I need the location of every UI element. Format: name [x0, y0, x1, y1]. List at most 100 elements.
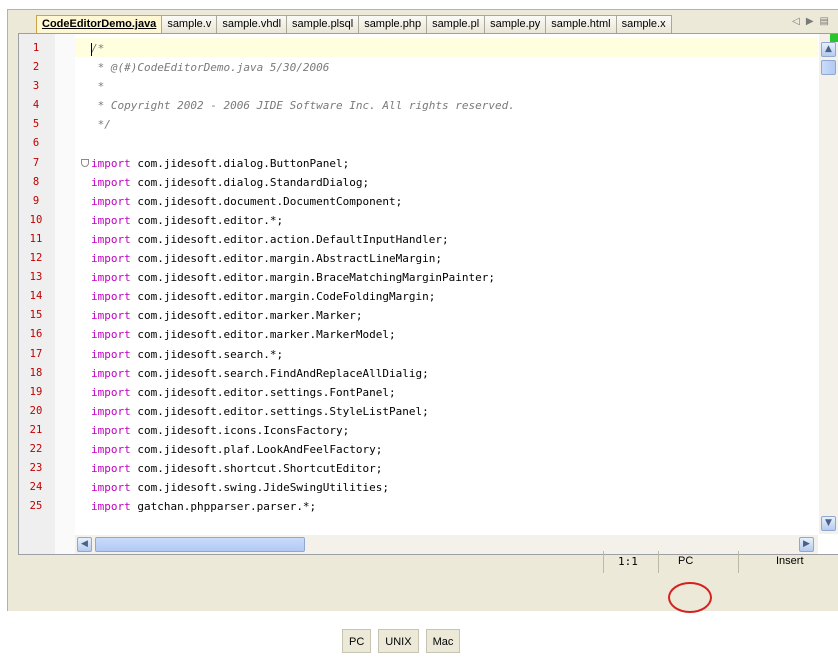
code-rest: com.jidesoft.document.DocumentComponent; [130, 194, 403, 208]
pc-button[interactable]: PC [342, 629, 372, 653]
code-line[interactable]: 9 import com.jidesoft.document.DocumentCo… [19, 192, 819, 211]
text-caret [91, 43, 92, 56]
code-line[interactable]: 24 import com.jidesoft.swing.JideSwingUti… [19, 478, 819, 497]
keyword: import [91, 175, 131, 189]
code-line[interactable]: 17 import com.jidesoft.search.*; [19, 345, 819, 364]
tab-sample-py[interactable]: sample.py [484, 15, 547, 33]
line-number: 14 [29, 290, 43, 303]
scroll-up-button[interactable]: ▲ [821, 42, 836, 57]
code-line[interactable]: 14 import com.jidesoft.editor.margin.Code… [19, 287, 819, 306]
code-line[interactable]: 3 * [19, 77, 819, 96]
code-line[interactable]: 22 import com.jidesoft.plaf.LookAndFeelFa… [19, 440, 819, 459]
triangle-left-icon[interactable]: ◁ [792, 16, 806, 27]
code-line[interactable]: 5 */ [19, 115, 819, 134]
code-line[interactable]: 2 * @(#)CodeEditorDemo.java 5/30/2006 [19, 58, 819, 77]
tab-sample-vhdl[interactable]: sample.vhdl [216, 15, 288, 33]
vertical-scrollbar[interactable]: ▲ ▼ [819, 34, 838, 534]
line-number: 5 [32, 118, 40, 131]
code-line[interactable]: 11 import com.jidesoft.editor.action.Defa… [19, 230, 819, 249]
scroll-right-button[interactable]: ▶ [799, 537, 814, 552]
code-text: import com.jidesoft.shortcut.ShortcutEdi… [91, 459, 382, 478]
tab-sample-x[interactable]: sample.x [615, 15, 672, 33]
scroll-down-button[interactable]: ▼ [821, 516, 836, 531]
comment-text: * Copyright 2002 - 2006 JIDE Software In… [91, 99, 515, 113]
caret-position: 1:1 [618, 555, 638, 568]
code-line[interactable]: 18 import com.jidesoft.search.FindAndRepl… [19, 364, 819, 383]
code-lines[interactable]: 1 /* 2 * @(#)CodeEditorDemo.java 5/30/2006… [19, 39, 819, 516]
line-number: 22 [29, 442, 43, 455]
code-rest: com.jidesoft.plaf.LookAndFeelFactory; [130, 442, 383, 456]
editor-window: CodeEditorDemo.java sample.v sample.vhdl sa… [7, 9, 838, 611]
code-text: import gatchan.phpparser.parser.*; [91, 497, 316, 516]
line-number: 2 [32, 61, 40, 74]
code-rest: com.jidesoft.editor.margin.CodeFoldingMa… [130, 290, 436, 304]
code-line[interactable]: 23 import com.jidesoft.shortcut.ShortcutE… [19, 459, 819, 478]
horizontal-scroll-thumb[interactable] [95, 537, 305, 552]
code-rest: com.jidesoft.swing.JideSwingUtilities; [130, 481, 390, 495]
line-number: 10 [29, 213, 43, 226]
line-number: 13 [29, 271, 43, 284]
keyword: import [91, 309, 131, 323]
keyword: import [91, 500, 131, 514]
line-number: 8 [32, 175, 40, 188]
keyword: import [91, 385, 131, 399]
line-number: 1 [32, 42, 40, 54]
code-line[interactable]: 12 import com.jidesoft.editor.margin.Abst… [19, 249, 819, 268]
tab-strip: CodeEditorDemo.java sample.v sample.vhdl sa… [36, 15, 672, 33]
line-number: 23 [29, 462, 43, 475]
tab-sample-html[interactable]: sample.html [545, 15, 617, 33]
code-line[interactable]: 19 import com.jidesoft.editor.settings.Fo… [19, 383, 819, 402]
comment-text: * @(#)CodeEditorDemo.java 5/30/2006 [91, 61, 330, 75]
code-line[interactable]: 4 * Copyright 2002 - 2006 JIDE Software … [19, 96, 819, 115]
code-text: import com.jidesoft.editor.settings.Font… [91, 383, 396, 402]
tab-sample-plsql[interactable]: sample.plsql [286, 15, 360, 33]
code-text: import com.jidesoft.swing.JideSwingUtili… [91, 478, 389, 497]
line-number: 21 [29, 423, 43, 436]
code-line[interactable]: 1 /* [19, 39, 819, 58]
keyword: import [91, 442, 131, 456]
code-text: import com.jidesoft.icons.IconsFactory; [91, 421, 349, 440]
code-rest: com.jidesoft.dialog.ButtonPanel; [130, 156, 350, 170]
list-icon[interactable]: ▤ [820, 16, 835, 27]
code-line[interactable]: 13 import com.jidesoft.editor.margin.Brac… [19, 268, 819, 287]
tab-sample-pl[interactable]: sample.pl [426, 15, 486, 33]
comment-text: * [91, 80, 105, 94]
unix-button[interactable]: UNIX [378, 629, 419, 653]
code-line[interactable]: 16 import com.jidesoft.editor.marker.Mark… [19, 325, 819, 344]
scroll-left-button[interactable]: ◀ [77, 537, 92, 552]
tab-bar: CodeEditorDemo.java sample.v sample.vhdl sa… [8, 10, 838, 33]
keyword: import [91, 423, 131, 437]
code-line[interactable]: 8 import com.jidesoft.dialog.StandardDial… [19, 173, 819, 192]
line-number: 9 [32, 194, 40, 207]
line-number: 16 [29, 328, 43, 341]
code-line[interactable]: 20 import com.jidesoft.editor.settings.St… [19, 402, 819, 421]
code-text: import com.jidesoft.search.*; [91, 345, 283, 364]
code-line[interactable]: 15 import com.jidesoft.editor.marker.Mark… [19, 306, 819, 325]
fold-toggle-icon[interactable] [81, 158, 89, 167]
tab-sample-php[interactable]: sample.php [358, 15, 428, 33]
tab-codeeditordemo-java[interactable]: CodeEditorDemo.java [36, 15, 163, 33]
code-rest: com.jidesoft.search.FindAndReplaceAllDia… [130, 366, 429, 380]
triangle-right-icon[interactable]: ▶ [806, 16, 820, 27]
code-editor[interactable]: 1 /* 2 * @(#)CodeEditorDemo.java 5/30/2006… [18, 33, 838, 555]
mac-button[interactable]: Mac [425, 629, 461, 653]
tab-sample-v[interactable]: sample.v [161, 15, 218, 33]
code-line[interactable]: 21 import com.jidesoft.icons.IconsFactory… [19, 421, 819, 440]
code-text: import com.jidesoft.dialog.ButtonPanel; [91, 154, 349, 173]
line-number: 11 [29, 232, 43, 245]
code-line[interactable]: 25 import gatchan.phpparser.parser.*; [19, 497, 819, 516]
line-number: 12 [29, 252, 43, 265]
line-number: 6 [32, 137, 40, 150]
line-ending-indicator[interactable]: PC [678, 555, 693, 567]
comment-text: /* [91, 42, 105, 55]
code-rest: com.jidesoft.icons.IconsFactory; [130, 423, 350, 437]
code-line[interactable]: 7 import com.jidesoft.dialog.ButtonPanel; [19, 154, 819, 173]
code-rest: com.jidesoft.search.*; [130, 347, 284, 361]
vertical-scroll-thumb[interactable] [821, 60, 836, 75]
code-line[interactable]: 10 import com.jidesoft.editor.*; [19, 211, 819, 230]
line-number: 15 [29, 309, 43, 322]
insert-mode-indicator[interactable]: Insert [776, 555, 804, 567]
keyword: import [91, 347, 131, 361]
code-line[interactable]: 6 [19, 134, 819, 153]
code-text: import com.jidesoft.editor.margin.CodeFo… [91, 287, 435, 306]
